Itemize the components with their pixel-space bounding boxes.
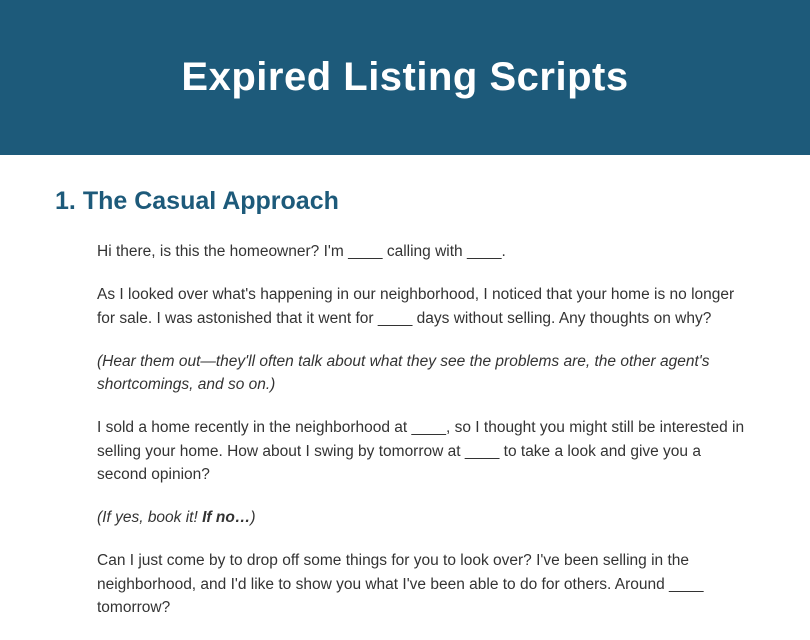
- page-title: Expired Listing Scripts: [181, 55, 628, 100]
- aside-prefix: (If yes, book it!: [97, 509, 202, 526]
- paragraph-intro: Hi there, is this the homeowner? I'm ___…: [97, 240, 755, 263]
- section-title-text: The Casual Approach: [83, 187, 339, 215]
- script-body: Hi there, is this the homeowner? I'm ___…: [55, 240, 755, 619]
- paragraph-aside-listen: (Hear them out—they'll often talk about …: [97, 350, 755, 397]
- section-heading: 1. The Casual Approach: [55, 187, 755, 216]
- document-content: 1. The Casual Approach Hi there, is this…: [0, 155, 810, 619]
- paragraph-pitch: I sold a home recently in the neighborho…: [97, 416, 755, 486]
- section-number: 1.: [55, 187, 76, 215]
- aside-suffix: ): [250, 509, 255, 526]
- document-header: Expired Listing Scripts: [0, 0, 810, 155]
- paragraph-observation: As I looked over what's happening in our…: [97, 283, 755, 330]
- paragraph-aside-branch: (If yes, book it! If no…): [97, 506, 755, 529]
- aside-bold: If no…: [202, 509, 250, 526]
- paragraph-fallback: Can I just come by to drop off some thin…: [97, 549, 755, 619]
